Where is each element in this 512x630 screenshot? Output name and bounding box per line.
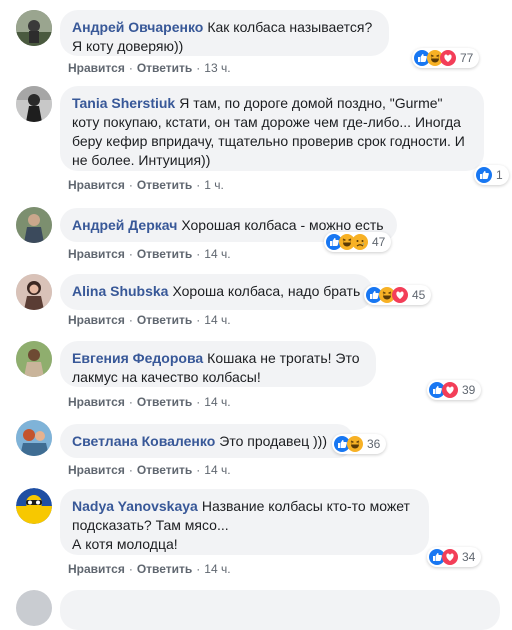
like-link[interactable]: Нравится xyxy=(68,178,125,192)
comment-text: Это продавец ))) xyxy=(219,433,328,449)
comment-text-line: А котя молодца! xyxy=(72,536,178,552)
avatar[interactable] xyxy=(16,86,52,122)
reaction-count: 45 xyxy=(412,288,426,302)
like-reaction-icon xyxy=(476,167,492,183)
comment-time[interactable]: 14 ч. xyxy=(204,313,230,327)
comment-time[interactable]: 14 ч. xyxy=(204,395,230,409)
avatar[interactable] xyxy=(16,10,52,46)
comment-actions: Нравится · Ответить · 14 ч. xyxy=(68,313,231,327)
comment-author[interactable]: Андрей Овчаренко xyxy=(72,19,203,35)
comment-time[interactable]: 14 ч. xyxy=(204,562,230,576)
comment-bubble: Tania Sherstiuk Я там, по дороге домой по… xyxy=(60,86,484,171)
reactions-summary[interactable]: 77 xyxy=(412,48,480,68)
avatar[interactable] xyxy=(16,341,52,377)
comment-actions: Нравится · Ответить · 1 ч. xyxy=(68,178,224,192)
reactions-summary[interactable]: 39 xyxy=(427,380,482,400)
reactions-summary[interactable]: 45 xyxy=(364,285,432,305)
comment-bubble: Андрей Овчаренко Как колбаса называется? … xyxy=(60,10,389,56)
reactions-summary[interactable]: 1 xyxy=(474,165,509,185)
reply-link[interactable]: Ответить xyxy=(137,247,192,261)
comment-bubble: Евгения Федорова Кошака не трогать! Это л… xyxy=(60,341,376,387)
reaction-count: 47 xyxy=(372,235,386,249)
comment-author[interactable]: Евгения Федорова xyxy=(72,350,203,366)
comment-author[interactable]: Nadya Yanovskaya xyxy=(72,498,198,514)
like-link[interactable]: Нравится xyxy=(68,313,125,327)
like-link[interactable]: Нравится xyxy=(68,395,125,409)
love-reaction-icon xyxy=(440,50,456,66)
like-link[interactable]: Нравится xyxy=(68,247,125,261)
love-reaction-icon xyxy=(442,382,458,398)
comment-bubble: Светлана Коваленко Это продавец ))) xyxy=(60,424,354,458)
comment-actions: Нравится · Ответить · 13 ч. xyxy=(68,61,231,75)
comment-time[interactable]: 14 ч. xyxy=(204,247,230,261)
like-link[interactable]: Нравится xyxy=(68,61,125,75)
reactions-summary[interactable]: 34 xyxy=(427,547,482,567)
reply-link[interactable]: Ответить xyxy=(137,562,192,576)
love-reaction-icon xyxy=(442,549,458,565)
comment-bubble: Alina Shubska Хороша колбаса, надо брать xyxy=(60,274,373,310)
comment-time[interactable]: 1 ч. xyxy=(204,178,224,192)
avatar[interactable] xyxy=(16,590,52,626)
comment-text: Хороша колбаса, надо брать xyxy=(172,283,361,299)
reactions-summary[interactable]: 47 xyxy=(324,232,392,252)
reactions-summary[interactable]: 36 xyxy=(332,434,387,454)
comment-actions: Нравится · Ответить · 14 ч. xyxy=(68,395,231,409)
reaction-count: 77 xyxy=(460,51,474,65)
comment-time[interactable]: 14 ч. xyxy=(204,463,230,477)
comment-author[interactable]: Alina Shubska xyxy=(72,283,168,299)
comment-actions: Нравится · Ответить · 14 ч. xyxy=(68,247,231,261)
comment-author[interactable]: Светлана Коваленко xyxy=(72,433,215,449)
comment-time[interactable]: 13 ч. xyxy=(204,61,230,75)
reply-link[interactable]: Ответить xyxy=(137,61,192,75)
comment-bubble: Nadya Yanovskaya Название колбасы кто-то … xyxy=(60,489,429,555)
comment-actions: Нравится · Ответить · 14 ч. xyxy=(68,463,231,477)
reaction-count: 36 xyxy=(367,437,381,451)
haha-reaction-icon xyxy=(347,436,363,452)
avatar[interactable] xyxy=(16,488,52,524)
like-link[interactable]: Нравится xyxy=(68,463,125,477)
avatar[interactable] xyxy=(16,207,52,243)
sad-reaction-icon xyxy=(352,234,368,250)
comment-author[interactable]: Андрей Деркач xyxy=(72,217,177,233)
comment-author[interactable]: Tania Sherstiuk xyxy=(72,95,175,111)
love-reaction-icon xyxy=(392,287,408,303)
reply-link[interactable]: Ответить xyxy=(137,395,192,409)
reaction-count: 34 xyxy=(462,550,476,564)
comment-bubble xyxy=(60,590,500,630)
reply-link[interactable]: Ответить xyxy=(137,313,192,327)
reaction-count: 39 xyxy=(462,383,476,397)
reply-link[interactable]: Ответить xyxy=(137,463,192,477)
avatar[interactable] xyxy=(16,420,52,456)
comment-text: Хорошая колбаса - можно есть xyxy=(181,217,384,233)
reaction-count: 1 xyxy=(496,168,503,182)
reply-link[interactable]: Ответить xyxy=(137,178,192,192)
like-link[interactable]: Нравится xyxy=(68,562,125,576)
avatar[interactable] xyxy=(16,274,52,310)
comment-actions: Нравится · Ответить · 14 ч. xyxy=(68,562,231,576)
